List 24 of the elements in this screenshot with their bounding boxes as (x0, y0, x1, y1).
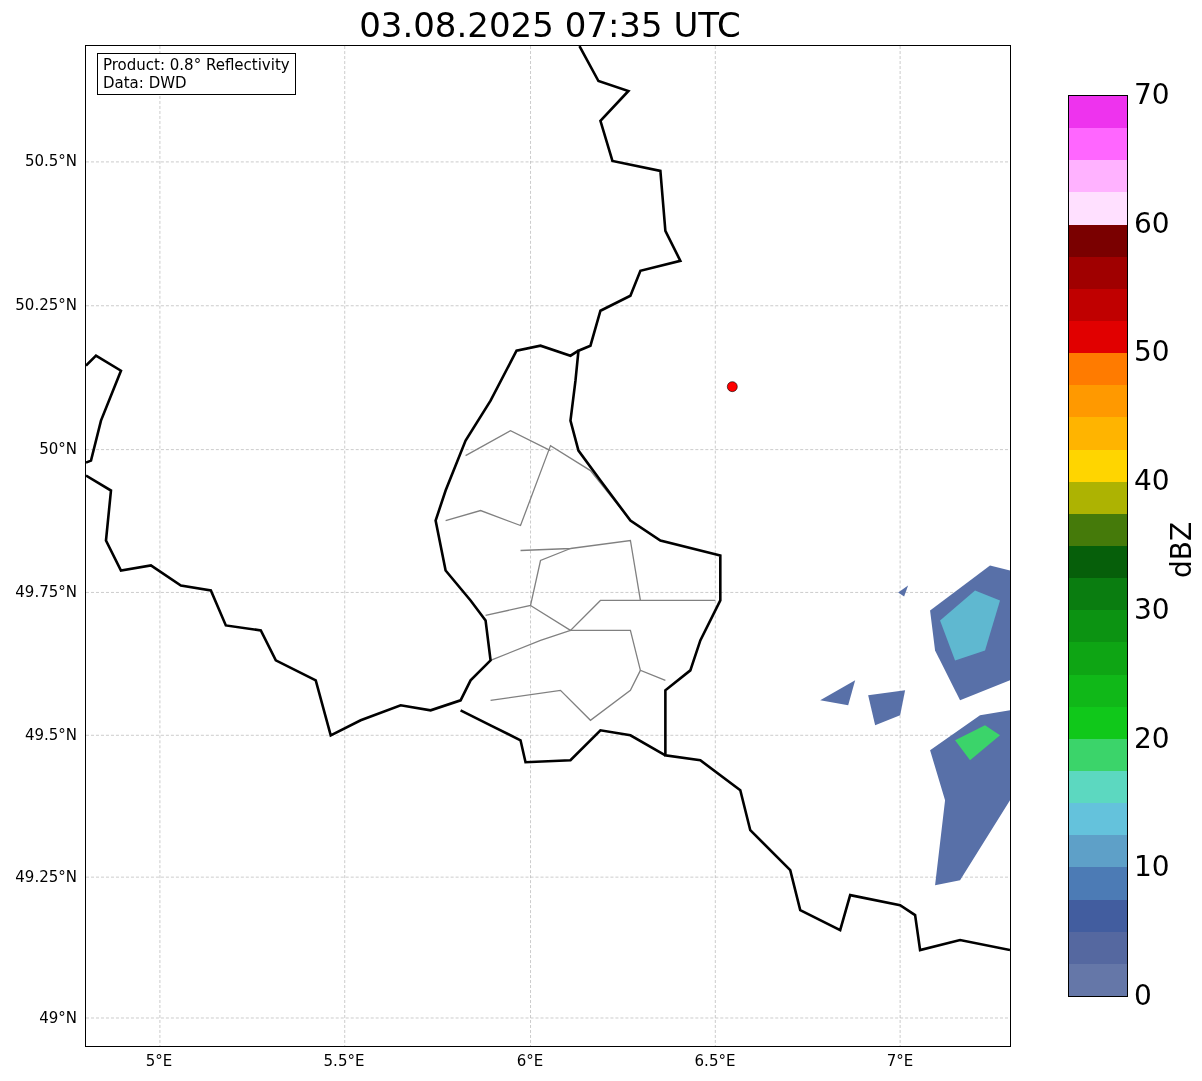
axis-tick-label: 49°N (39, 1009, 77, 1027)
axis-tick-label: 49.75°N (15, 583, 77, 601)
axis-tick-label: 50.25°N (15, 296, 77, 314)
axis-tick-label: 7°E (885, 1052, 915, 1070)
info-text: Data: DWD (103, 74, 188, 92)
colorbar-tick-label: 10 (1134, 851, 1170, 884)
axis-tick-label: 5°E (144, 1052, 174, 1070)
axis-tick-label: 6.5°E (693, 1052, 737, 1070)
colorbar-tick-label: 70 (1134, 79, 1170, 111)
axis-tick-label: 5.5°E (322, 1052, 366, 1070)
axis-tick-label: 49.25°N (15, 868, 77, 886)
axis-tick-label: 49.5°N (24, 726, 77, 744)
axis-tick-label: 50°N (39, 440, 77, 458)
colorbar-tick-label: 20 (1134, 722, 1170, 755)
axis-tick-label: 6°E (515, 1052, 545, 1070)
colorbar-tick-label: 60 (1134, 207, 1170, 240)
info-text: Product: 0.8° Reflectivity (103, 56, 290, 74)
colorbar-tick-label: 50 (1134, 336, 1170, 369)
colorbar-tick-label: 0 (1134, 980, 1152, 1012)
colorbar-tick-label: 30 (1134, 593, 1170, 626)
colorbar-label: dBZ (1166, 521, 1198, 579)
axis-tick-label: 50.5°N (24, 152, 77, 170)
chart-title: 03.08.2025 07:35 UTC (358, 4, 742, 46)
colorbar-tick-label: 40 (1134, 465, 1170, 498)
